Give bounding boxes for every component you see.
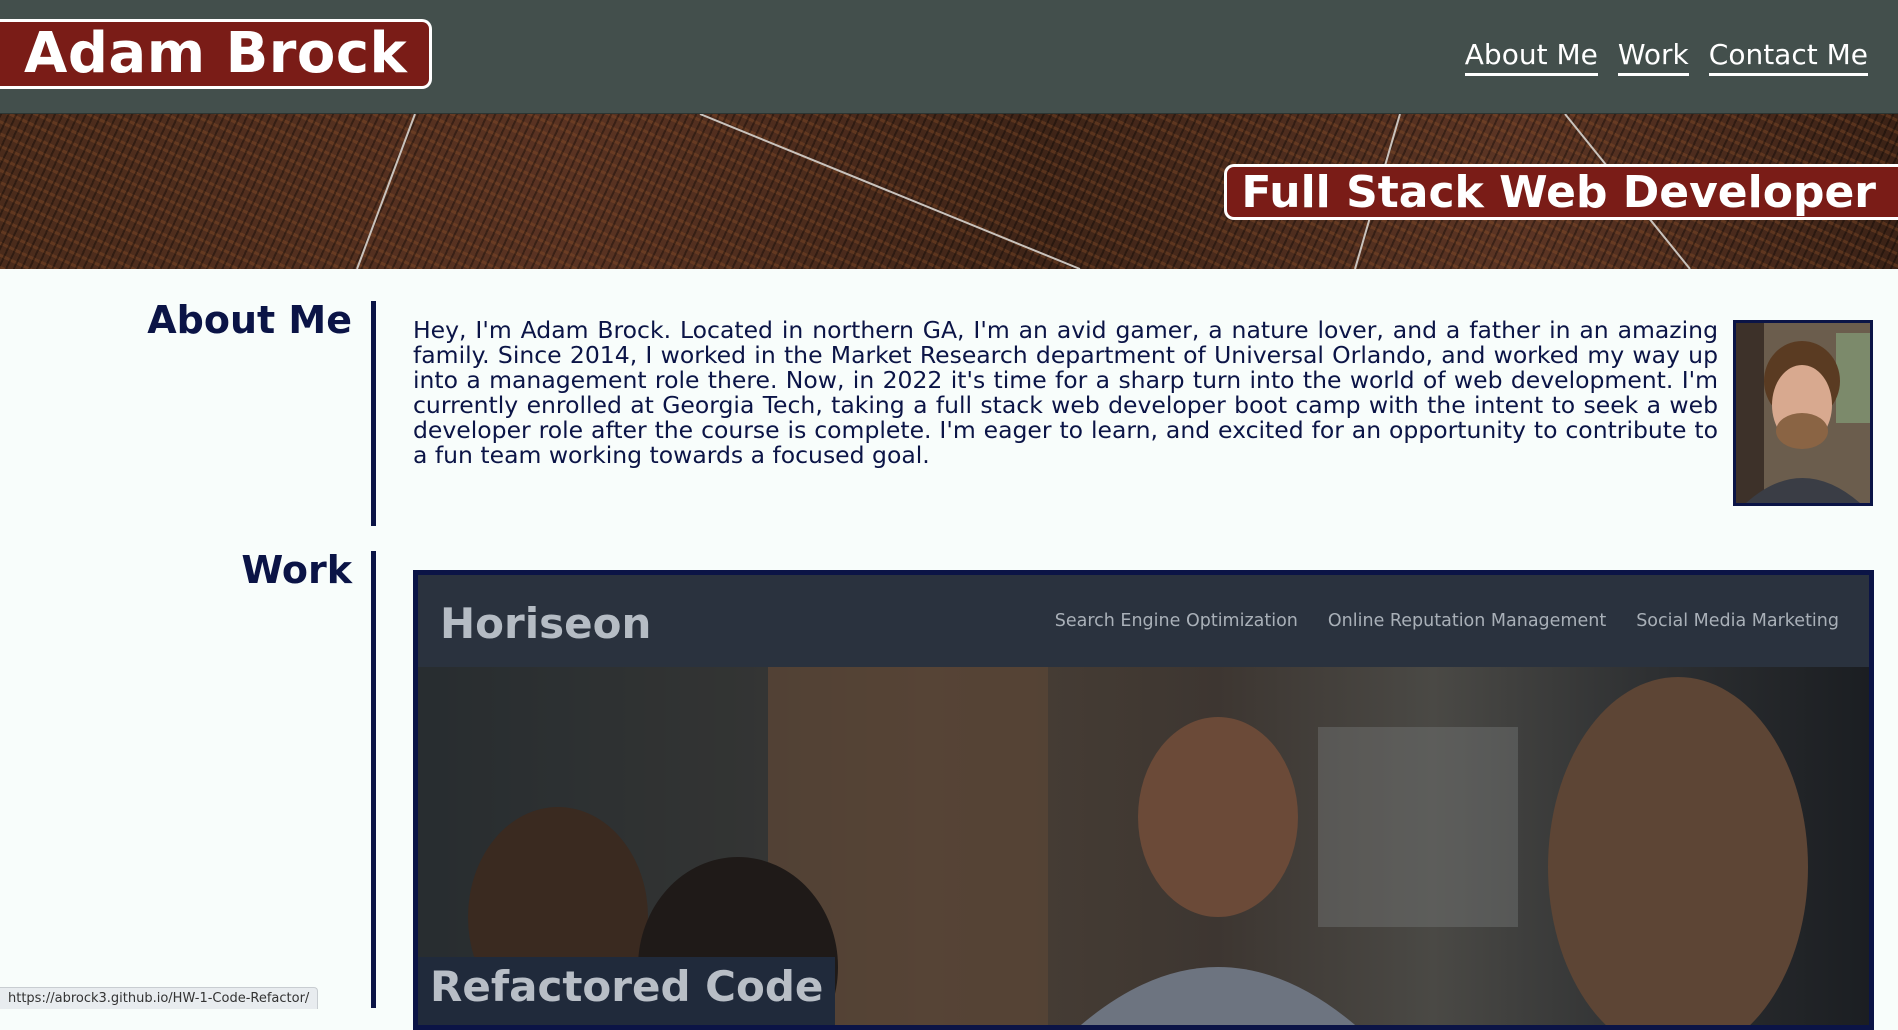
profile-photo-image xyxy=(1736,323,1870,503)
project-screenshot-links: Search Engine Optimization Online Reputa… xyxy=(1055,611,1839,631)
nav-contact-me[interactable]: Contact Me xyxy=(1708,38,1868,76)
main-nav: About Me Work Contact Me xyxy=(1464,38,1868,76)
hero-tagline: Full Stack Web Developer xyxy=(1224,164,1898,220)
nav-about-me[interactable]: About Me xyxy=(1464,38,1598,76)
work-divider xyxy=(371,551,376,1008)
work-title: Work xyxy=(241,548,352,592)
project-link-social: Social Media Marketing xyxy=(1636,611,1839,631)
project-card[interactable]: Horiseon Search Engine Optimization Onli… xyxy=(413,570,1874,1030)
about-text: Hey, I'm Adam Brock. Located in northern… xyxy=(413,316,1718,469)
site-name: Adam Brock xyxy=(0,19,433,89)
site-header: Adam Brock About Me Work Contact Me xyxy=(0,0,1898,114)
nav-work[interactable]: Work xyxy=(1617,38,1689,76)
project-brand: Horiseon xyxy=(440,599,652,648)
project-screenshot-header: Horiseon Search Engine Optimization Onli… xyxy=(418,575,1869,667)
project-link-seo: Search Engine Optimization xyxy=(1054,611,1298,631)
about-divider xyxy=(371,301,376,526)
status-bar-url: https://abrock3.github.io/HW-1-Code-Refa… xyxy=(0,987,319,1009)
profile-photo xyxy=(1733,320,1873,506)
project-title: Refactored Code xyxy=(418,957,836,1025)
project-link-reputation: Online Reputation Management xyxy=(1327,611,1607,631)
about-title: About Me xyxy=(147,298,352,342)
